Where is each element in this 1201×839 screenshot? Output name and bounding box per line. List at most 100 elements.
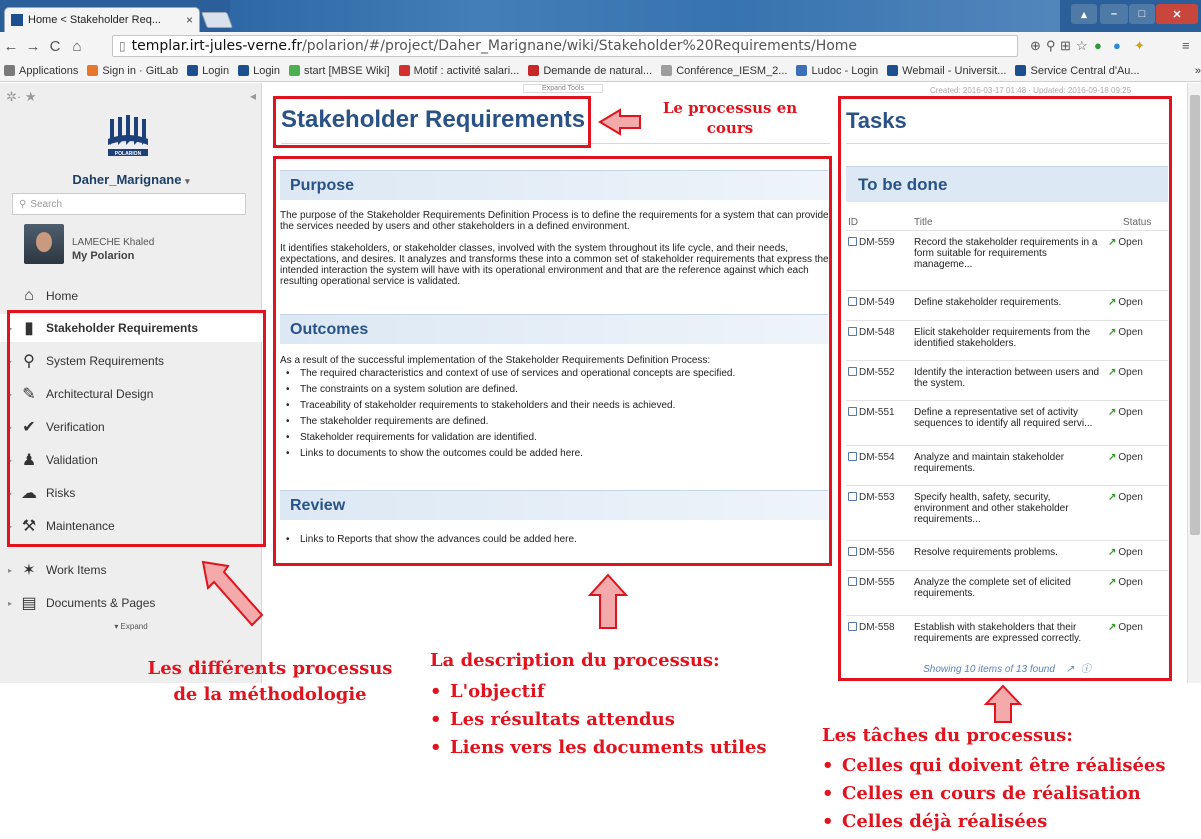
annotation-tasks-item: Celles en cours de réalisation — [822, 780, 1166, 808]
documents-icon: ▤ — [21, 595, 37, 612]
annotation-description-list: L'objectifLes résultats attendusLiens ve… — [430, 678, 767, 762]
window-titlebar: Home < Stakeholder Req... × ▴ – □ ✕ — [0, 0, 1201, 32]
annotation-box-tasks — [838, 96, 1172, 681]
bookmark-label: Motif : activité salari... — [413, 64, 520, 77]
bookmark-label: Conférence_IESM_2... — [676, 64, 788, 77]
bookmark-label: Login — [202, 64, 230, 77]
annotation-processes: Les différents processus de la méthodolo… — [140, 656, 400, 708]
annotation-current-process: Le processus en cours — [652, 98, 808, 138]
bookmark-icon — [289, 65, 300, 76]
extension-green-icon[interactable]: ● — [1094, 38, 1102, 53]
expand-tools-button[interactable]: Expand Tools — [523, 84, 603, 93]
bookmark-star-icon[interactable]: ☆ — [1076, 38, 1088, 54]
bookmark-icon — [796, 65, 808, 76]
annotation-tasks-item: Celles qui doivent être réalisées — [822, 752, 1166, 780]
sidebar-item-home[interactable]: ⌂ Home — [0, 282, 262, 310]
bookmark-item[interactable]: Conférence_IESM_2... — [661, 65, 787, 77]
back-icon[interactable]: ← — [0, 38, 22, 55]
annotation-current-process-line2: cours — [706, 119, 754, 137]
bookmark-item[interactable]: Service Central d'Au... — [1015, 64, 1140, 77]
bookmark-item[interactable]: Ludoc - Login — [796, 65, 878, 77]
project-selector[interactable]: Daher_Marignane ▾ — [0, 172, 262, 187]
minimize-button[interactable]: – — [1100, 4, 1128, 24]
annotation-processes-line2: de la méthodologie — [173, 684, 367, 705]
arrow-up-description — [587, 573, 629, 629]
bookmark-icon — [398, 65, 410, 76]
created-updated-info: Created: 2016-03-17 01:48 · Updated: 201… — [930, 86, 1132, 95]
annotation-tasks-item: Celles déjà réalisées — [822, 808, 1166, 836]
arrow-left — [598, 108, 641, 136]
bookmark-icon — [661, 65, 673, 76]
settings-star-icon[interactable]: ✲· ★ — [6, 89, 37, 105]
bookmark-item[interactable]: Webmail - Universit... — [887, 65, 1006, 77]
chevron-down-icon: ▾ — [185, 176, 190, 186]
annotation-description-item: Les résultats attendus — [430, 706, 767, 734]
annotation-box-title — [273, 96, 591, 148]
vertical-scrollbar[interactable] — [1187, 83, 1201, 683]
more-bookmarks-icon[interactable]: » — [1195, 65, 1201, 77]
maximize-button[interactable]: □ — [1129, 4, 1155, 24]
bookmark-item[interactable]: start [MBSE Wiki] — [289, 65, 390, 77]
sidebar-item-label: Work Items — [46, 563, 107, 577]
bookmark-item[interactable]: Login — [187, 65, 229, 77]
menu-icon[interactable]: ≡ — [1182, 38, 1190, 53]
polarion-logo: POLARION — [104, 111, 152, 159]
bookmark-item[interactable]: Demande de natural... — [528, 65, 652, 77]
search-placeholder: Search — [30, 198, 63, 210]
annotation-box-processes — [7, 310, 266, 547]
address-bar[interactable]: ▯ templar.irt-jules-verne.fr/polarion/#/… — [112, 35, 1018, 57]
my-polarion-link[interactable]: My Polarion — [72, 250, 134, 262]
bookmark-icon — [4, 65, 15, 76]
work-items-icon: ✶ — [22, 562, 36, 579]
bookmark-label: Service Central d'Au... — [1030, 64, 1140, 77]
bookmark-label: Demande de natural... — [543, 64, 653, 77]
home-icon[interactable]: ⌂ — [66, 38, 88, 55]
annotation-description-item: Liens vers les documents utiles — [430, 734, 767, 762]
pin-icon[interactable]: ⚲ — [1046, 38, 1056, 54]
annotation-processes-line1: Les différents processus — [147, 658, 393, 679]
zoom-icon[interactable]: ⊕ — [1030, 38, 1041, 54]
annotation-tasks-list: Celles qui doivent être réaliséesCelles … — [822, 752, 1166, 836]
extension-icon[interactable]: ✦ — [1134, 38, 1145, 54]
bookmark-icon — [238, 65, 250, 76]
project-name: Daher_Marignane — [72, 172, 182, 187]
bookmark-item[interactable]: Sign in · GitLab — [87, 65, 178, 77]
browser-tab[interactable]: Home < Stakeholder Req... × — [4, 7, 200, 32]
search-input[interactable]: ⚲ Search — [12, 193, 246, 215]
browser-toolbar: ← → C ⌂ ▯ templar.irt-jules-verne.fr/pol… — [0, 32, 1201, 60]
bookmark-icon — [1015, 65, 1027, 76]
translate-icon[interactable]: ⊞ — [1060, 38, 1071, 54]
bookmark-icon — [187, 65, 199, 76]
new-tab-button[interactable] — [201, 12, 233, 28]
svg-text:POLARION: POLARION — [115, 151, 142, 157]
close-window-button[interactable]: ✕ — [1156, 4, 1198, 24]
forward-icon[interactable]: → — [22, 38, 44, 55]
avatar[interactable] — [24, 224, 64, 264]
bookmark-label: Applications — [19, 64, 79, 77]
polarion-favicon-icon — [11, 14, 23, 26]
arrow-up-tasks — [983, 684, 1023, 723]
annotation-tasks-title: Les tâches du processus: — [822, 725, 1073, 746]
bookmark-item[interactable]: Applications — [4, 65, 78, 77]
bookmark-label: Webmail - Universit... — [902, 64, 1007, 77]
bookmark-label: Login — [253, 64, 280, 77]
home-icon: ⌂ — [24, 287, 34, 304]
bookmark-item[interactable]: Motif : activité salari... — [398, 64, 520, 77]
user-profile-icon[interactable]: ▴ — [1071, 4, 1097, 24]
expand-button[interactable]: ▾ Expand — [0, 622, 262, 631]
reload-icon[interactable]: C — [44, 38, 66, 55]
tab-title: Home < Stakeholder Req... — [28, 14, 161, 26]
sidebar-item-documents[interactable]: ▸ ▤ Documents & Pages — [0, 589, 262, 617]
user-name: LAMECHE Khaled — [72, 237, 155, 248]
annotation-description-item: L'objectif — [430, 678, 767, 706]
sidebar-item-label: Documents & Pages — [46, 596, 156, 610]
scrollbar-thumb[interactable] — [1190, 95, 1200, 535]
bookmark-label: start [MBSE Wiki] — [304, 64, 390, 77]
sidebar-item-label: Home — [46, 289, 79, 303]
sidebar-item-work-items[interactable]: ▸ ✶ Work Items — [0, 556, 262, 584]
bookmark-item[interactable]: Login — [238, 65, 280, 77]
tab-close-icon[interactable]: × — [186, 13, 193, 27]
skype-icon[interactable]: ● — [1113, 38, 1121, 53]
page-icon: ▯ — [119, 39, 126, 53]
collapse-sidebar-icon[interactable]: ◂ — [250, 89, 256, 103]
